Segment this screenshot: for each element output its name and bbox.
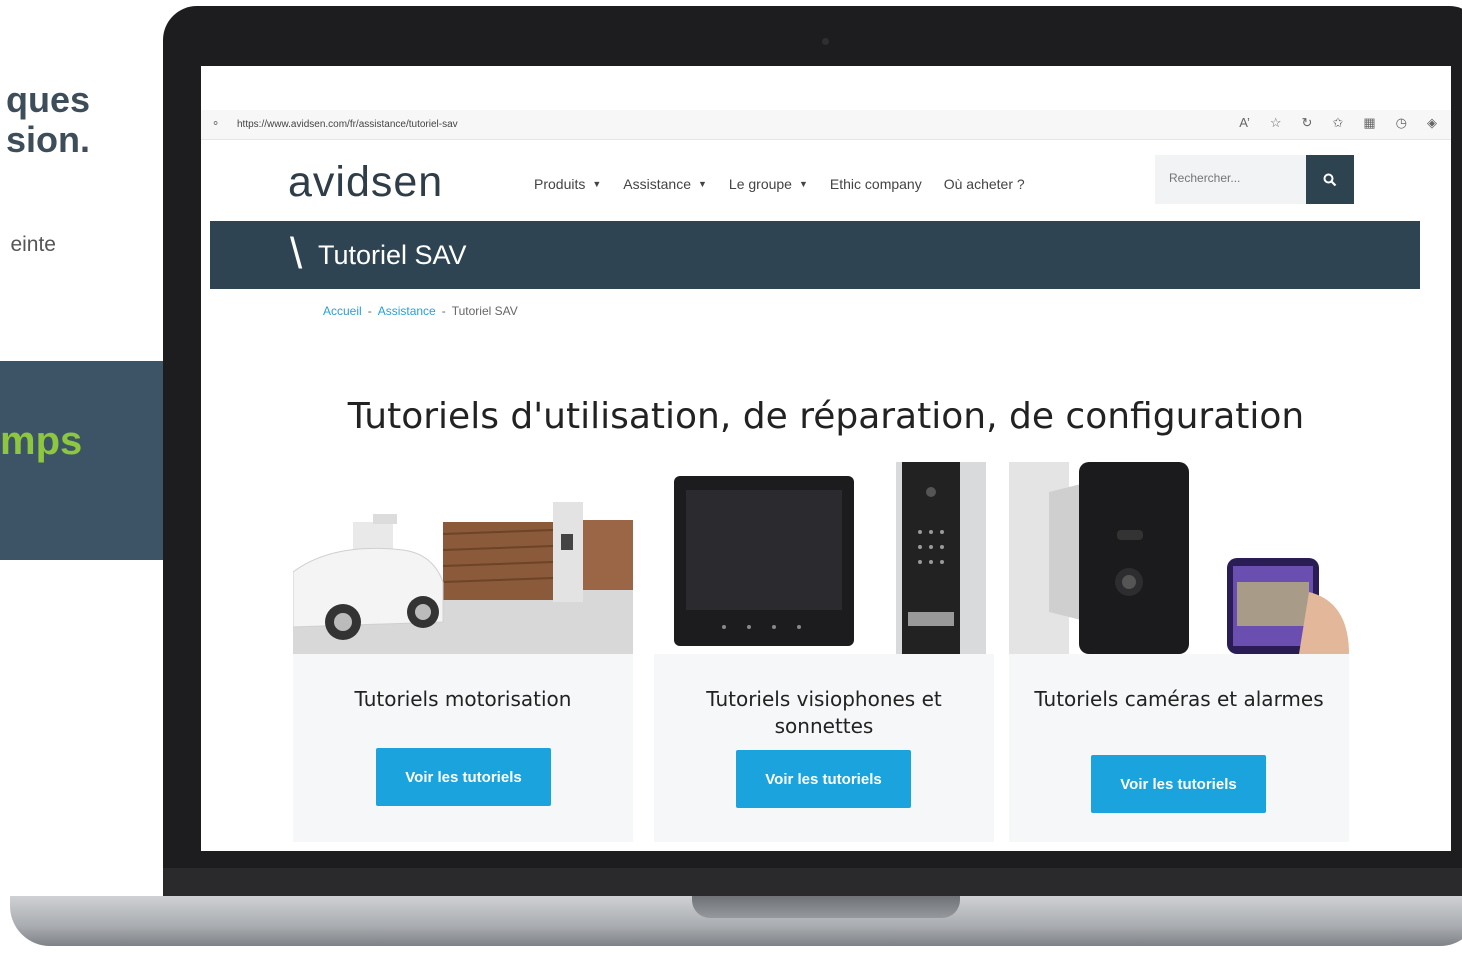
view-tutorials-button[interactable]: Voir les tutoriels <box>376 748 551 806</box>
card-image-camera <box>1009 462 1349 654</box>
nav-item-label: Où acheter ? <box>943 176 1025 192</box>
left-subtext: einte <box>10 233 56 256</box>
refresh-icon[interactable]: ↻ <box>1302 115 1313 131</box>
card-motorisation: Tutoriels motorisation Voir les tutoriel… <box>293 462 633 842</box>
camera-icon <box>822 38 829 45</box>
search-icon <box>1323 173 1337 186</box>
main-nav: Produits ▼ Assistance ▼ Le groupe ▼ Ethi… <box>534 176 1025 192</box>
nav-item-produits[interactable]: Produits ▼ <box>534 176 601 192</box>
nav-item-ethic-company[interactable]: Ethic company <box>830 176 922 192</box>
nav-item-label: Ethic company <box>829 176 922 192</box>
left-heading: ques sion. <box>0 80 90 160</box>
url-text[interactable]: https://www.avidsen.com/fr/assistance/tu… <box>237 119 458 130</box>
search-button[interactable] <box>1306 155 1354 204</box>
page-title: Tutoriel SAV <box>318 240 467 270</box>
nav-item-label: Assistance <box>623 176 691 192</box>
nav-item-ou-acheter[interactable]: Où acheter ? <box>944 176 1025 192</box>
card-image-gate <box>293 462 633 654</box>
nav-item-label: Produits <box>534 176 586 192</box>
site-logo[interactable]: avidsen <box>288 158 443 207</box>
collections-icon[interactable]: ◈ <box>1427 115 1437 131</box>
card-title: Tutoriels visiophones et sonnettes <box>706 687 942 738</box>
history-icon[interactable]: ◷ <box>1396 115 1407 131</box>
laptop-screen: ⚬ https://www.avidsen.com/fr/assistance/… <box>201 66 1451 851</box>
left-panel-text: mps <box>0 419 83 463</box>
chevron-down-icon: ▼ <box>697 179 707 189</box>
nav-item-assistance[interactable]: Assistance ▼ <box>623 176 707 192</box>
nav-item-le-groupe[interactable]: Le groupe ▼ <box>729 176 808 192</box>
read-aloud-icon[interactable]: A’ <box>1239 115 1250 131</box>
left-heading-line2: sion. <box>5 119 90 160</box>
favorites-icon[interactable]: ✩ <box>1332 115 1343 131</box>
title-slash: \ <box>290 229 303 278</box>
card-visiophones: Tutoriels visiophones et sonnettes Voir … <box>654 462 994 842</box>
left-heading-line1: ques <box>5 79 90 120</box>
laptop-notch <box>692 896 960 918</box>
favorite-star-icon[interactable]: ☆ <box>1270 115 1282 131</box>
chevron-down-icon: ▼ <box>798 179 808 189</box>
breadcrumb-separator: - <box>441 304 446 318</box>
page-title-band: \ Tutoriel SAV <box>210 221 1420 289</box>
breadcrumb-current: Tutoriel SAV <box>451 304 518 318</box>
breadcrumb: Accueil - Assistance - Tutoriel SAV <box>323 304 518 318</box>
browser-toolbar: A’ ☆ ↻ ✩ ▦ ◷ ◈ <box>1239 115 1437 131</box>
breadcrumb-separator: - <box>367 304 372 318</box>
card-title: Tutoriels caméras et alarmes <box>1034 687 1324 711</box>
chevron-down-icon: ▼ <box>592 179 602 189</box>
laptop-bezel-bottom <box>163 868 1462 898</box>
stage: ques sion. einte mps ⚬ https://www.avids… <box>0 0 1462 953</box>
search-box <box>1155 155 1307 204</box>
nav-item-label: Le groupe <box>728 176 792 192</box>
view-tutorials-button[interactable]: Voir les tutoriels <box>1091 755 1266 813</box>
card-title: Tutoriels motorisation <box>354 687 572 711</box>
breadcrumb-assistance-link[interactable]: Assistance <box>378 304 436 318</box>
lock-icon: ⚬ <box>211 118 221 130</box>
card-cameras: Tutoriels caméras et alarmes Voir les tu… <box>1009 462 1349 842</box>
extensions-icon[interactable]: ▦ <box>1363 115 1375 131</box>
browser-address-bar[interactable]: ⚬ https://www.avidsen.com/fr/assistance/… <box>201 110 1451 140</box>
section-heading: Tutoriels d'utilisation, de réparation, … <box>347 396 1305 437</box>
view-tutorials-button[interactable]: Voir les tutoriels <box>736 750 911 808</box>
card-image-videophone <box>654 462 994 654</box>
breadcrumb-home-link[interactable]: Accueil <box>323 304 362 318</box>
search-input[interactable] <box>1169 171 1289 185</box>
